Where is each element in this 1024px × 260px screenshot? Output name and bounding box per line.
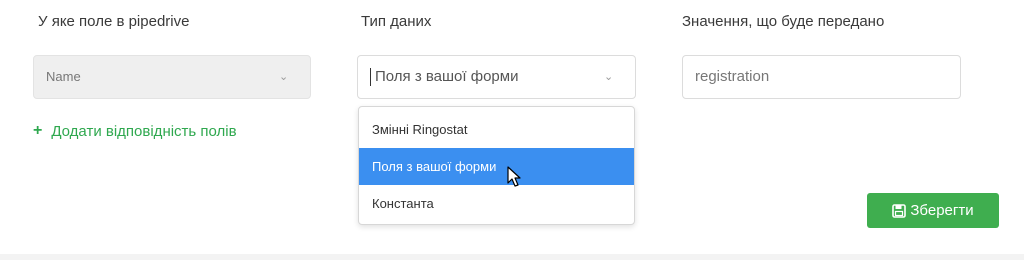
pipedrive-field-value: Name: [46, 69, 81, 84]
add-mapping-link[interactable]: + Додати відповідність полів: [33, 122, 237, 140]
dropdown-option-constant[interactable]: Константа: [359, 185, 634, 222]
data-type-dropdown: Змінні Ringostat Поля з вашої форми Конс…: [358, 106, 635, 225]
mouse-cursor-icon: [507, 166, 523, 193]
save-label: Зберегти: [910, 202, 974, 219]
pipedrive-field-label: У яке поле в pipedrive: [38, 13, 190, 30]
data-type-label: Тип даних: [361, 13, 432, 30]
chevron-down-icon: ⌄: [279, 71, 289, 83]
chevron-down-icon[interactable]: ⌄: [604, 70, 613, 83]
add-mapping-label: Додати відповідність полів: [51, 122, 237, 140]
dropdown-option-ringostat-variables[interactable]: Змінні Ringostat: [359, 111, 634, 148]
dropdown-option-form-fields[interactable]: Поля з вашої форми: [359, 148, 634, 185]
floppy-disk-icon: [892, 203, 907, 218]
field-mapping-panel: У яке поле в pipedrive Тип даних Значенн…: [0, 0, 1024, 260]
data-type-value: Поля з вашої форми: [375, 68, 519, 85]
data-type-select[interactable]: Поля з вашої форми ⌄: [357, 55, 636, 99]
value-input[interactable]: registration: [682, 55, 961, 99]
value-input-text: registration: [695, 68, 770, 85]
bottom-divider: [0, 254, 1024, 260]
plus-icon: +: [33, 122, 43, 139]
text-caret: [370, 68, 371, 86]
value-label: Значення, що буде передано: [682, 13, 885, 30]
pipedrive-field-select: Name ⌄: [33, 55, 311, 99]
save-button[interactable]: Зберегти: [867, 193, 999, 228]
